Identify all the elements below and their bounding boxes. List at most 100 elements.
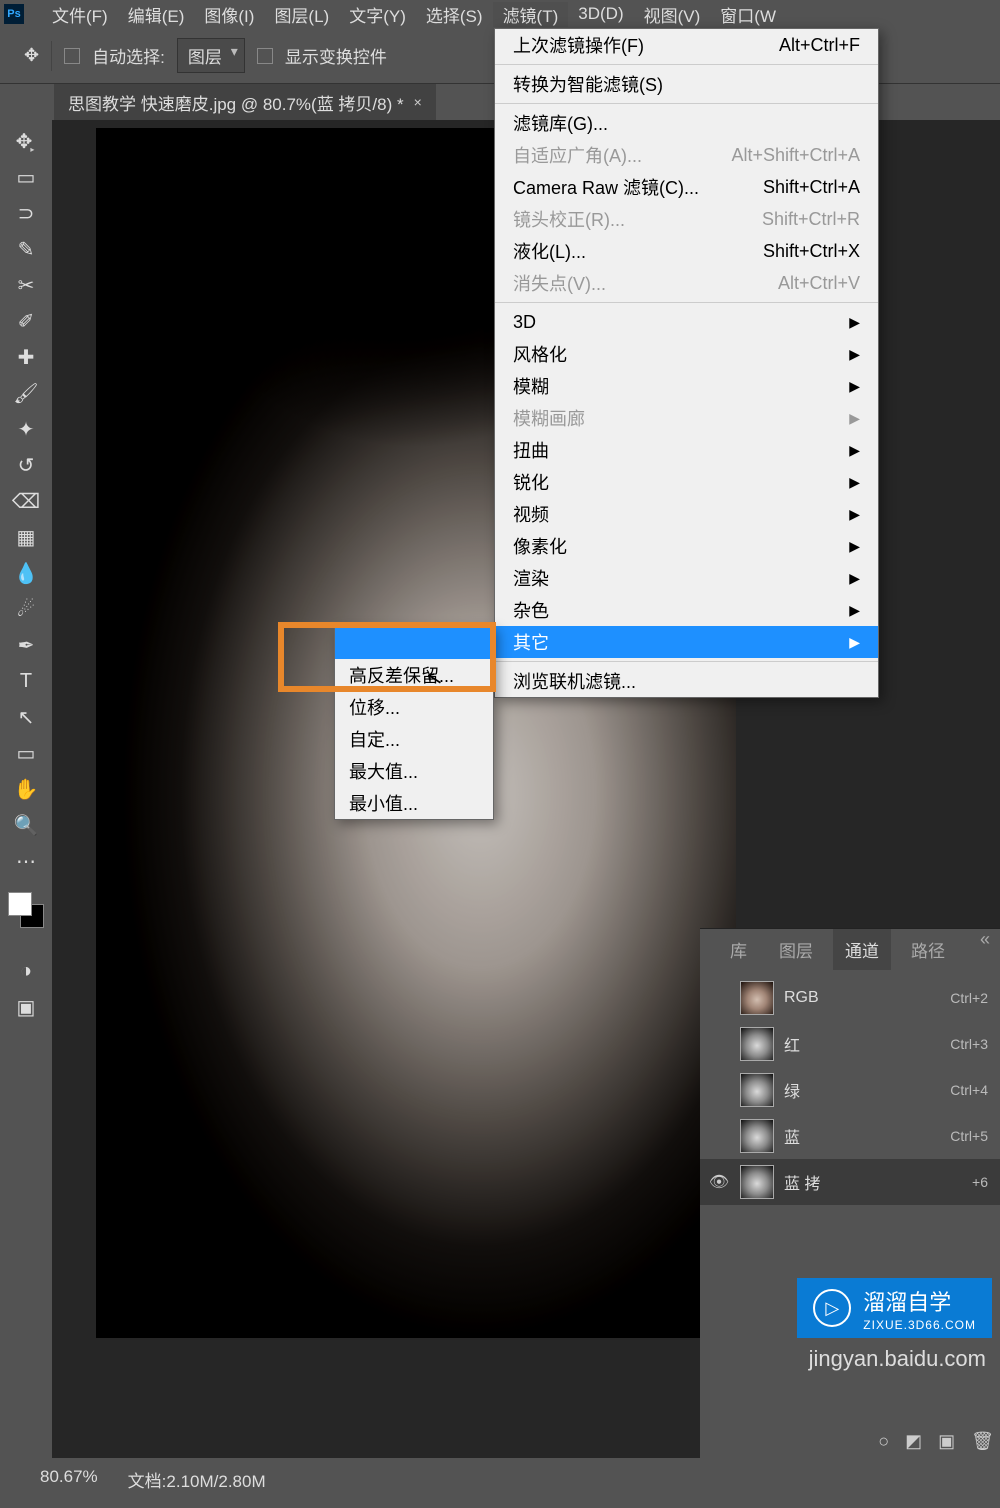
channel-name: 红 — [784, 1032, 940, 1056]
filter-sharpen[interactable]: 锐化▶ — [495, 466, 878, 498]
move-tool[interactable]: ✥▸ — [7, 126, 45, 156]
filter-last[interactable]: 上次滤镜操作(F)Alt+Ctrl+F — [495, 29, 878, 61]
layer-select[interactable]: 图层 — [177, 38, 245, 73]
gradient-tool[interactable]: ▦ — [7, 522, 45, 552]
channel-blue[interactable]: 蓝 Ctrl+5 — [700, 1113, 1000, 1159]
trash-icon[interactable]: 🗑 — [971, 1431, 994, 1452]
more-tools[interactable]: ⋯ — [7, 846, 45, 876]
menu-filter[interactable]: 滤镜(T) — [493, 2, 569, 27]
submenu-highpass[interactable]: 高反差保留... — [335, 659, 493, 691]
filter-gallery[interactable]: 滤镜库(G)... — [495, 107, 878, 139]
color-swatches[interactable] — [8, 892, 44, 928]
marquee-tool[interactable]: ▭ — [7, 162, 45, 192]
filter-pixelate[interactable]: 像素化▶ — [495, 530, 878, 562]
filter-liquify[interactable]: 液化(L)...Shift+Ctrl+X — [495, 235, 878, 267]
channel-thumb — [740, 1027, 774, 1061]
tools-panel: ✥▸ ▭ ⊃ ✎ ✂ ✐ ✚ 🖌 ✦ ↺ ⌫ ▦ 💧 ☄ ✒ T ↖ ▭ ✋ 🔍… — [0, 120, 52, 1508]
channel-blue-copy[interactable]: 👁 蓝 拷 +6 — [700, 1159, 1000, 1205]
menu-file[interactable]: 文件(F) — [42, 2, 118, 27]
document-tab[interactable]: 思图教学 快速磨皮.jpg @ 80.7%(蓝 拷贝/8) * × — [54, 84, 436, 121]
panel-tabs: 库 图层 通道 路径 — [700, 929, 1000, 969]
tab-library[interactable]: 库 — [718, 929, 759, 970]
tab-paths[interactable]: 路径 — [899, 929, 957, 970]
blur-tool[interactable]: 💧 — [7, 558, 45, 588]
channel-thumb — [740, 1073, 774, 1107]
menu-3d[interactable]: 3D(D) — [568, 4, 633, 24]
quick-select-tool[interactable]: ✎ — [7, 234, 45, 264]
filter-vanish: 消失点(V)...Alt+Ctrl+V — [495, 267, 878, 299]
document-tabs: 思图教学 快速磨皮.jpg @ 80.7%(蓝 拷贝/8) * × — [54, 84, 436, 120]
submenu-min[interactable]: 最小值... — [335, 787, 493, 819]
brush-tool[interactable]: 🖌 — [7, 378, 45, 408]
eyedropper-tool[interactable]: ✐ — [7, 306, 45, 336]
zoom-tool[interactable]: 🔍 — [7, 810, 45, 840]
clone-tool[interactable]: ✦ — [7, 414, 45, 444]
eraser-tool[interactable]: ⌫ — [7, 486, 45, 516]
lasso-tool[interactable]: ⊃ — [7, 198, 45, 228]
filter-video[interactable]: 视频▶ — [495, 498, 878, 530]
show-transform-label: 显示变换控件 — [285, 43, 387, 68]
channel-name: 蓝 拷 — [784, 1170, 962, 1194]
menu-window[interactable]: 窗口(W — [710, 2, 786, 27]
tab-layers[interactable]: 图层 — [767, 929, 825, 970]
save-selection-icon[interactable]: ◩ — [905, 1431, 922, 1452]
history-brush-tool[interactable]: ↺ — [7, 450, 45, 480]
channel-name: RGB — [784, 989, 940, 1007]
divider — [51, 41, 52, 71]
filter-dropdown: 上次滤镜操作(F)Alt+Ctrl+F 转换为智能滤镜(S) 滤镜库(G)...… — [494, 28, 879, 698]
zoom-level[interactable]: 80.67% — [40, 1467, 98, 1492]
menu-edit[interactable]: 编辑(E) — [118, 2, 195, 27]
channel-red[interactable]: 红 Ctrl+3 — [700, 1021, 1000, 1067]
load-selection-icon[interactable]: ○ — [878, 1431, 889, 1452]
filter-render[interactable]: 渲染▶ — [495, 562, 878, 594]
path-select-tool[interactable]: ↖ — [7, 702, 45, 732]
watermark-sub: ZIXUE.3D66.COM — [863, 1319, 976, 1331]
pen-tool[interactable]: ✒ — [7, 630, 45, 660]
menu-type[interactable]: 文字(Y) — [339, 2, 416, 27]
submenu-custom[interactable]: 自定... — [335, 723, 493, 755]
panel-footer: ○ ◩ ▣ 🗑 — [878, 1431, 994, 1452]
watermark-brand: 溜溜自学 — [863, 1285, 976, 1317]
healing-tool[interactable]: ✚ — [7, 342, 45, 372]
channel-green[interactable]: 绿 Ctrl+4 — [700, 1067, 1000, 1113]
filter-blur[interactable]: 模糊▶ — [495, 370, 878, 402]
filter-stylize[interactable]: 风格化▶ — [495, 338, 878, 370]
channel-thumb — [740, 1119, 774, 1153]
dodge-tool[interactable]: ☄ — [7, 594, 45, 624]
hand-tool[interactable]: ✋ — [7, 774, 45, 804]
submenu-max[interactable]: 最大值... — [335, 755, 493, 787]
filter-blurgallery: 模糊画廊▶ — [495, 402, 878, 434]
filter-noise[interactable]: 杂色▶ — [495, 594, 878, 626]
menu-layer[interactable]: 图层(L) — [264, 2, 339, 27]
new-channel-icon[interactable]: ▣ — [938, 1431, 955, 1452]
auto-select-checkbox[interactable] — [64, 48, 80, 64]
close-icon[interactable]: × — [414, 94, 422, 110]
channel-rgb[interactable]: RGB Ctrl+2 — [700, 975, 1000, 1021]
show-transform-checkbox[interactable] — [257, 48, 273, 64]
filter-smart[interactable]: 转换为智能滤镜(S) — [495, 68, 878, 100]
filter-distort[interactable]: 扭曲▶ — [495, 434, 878, 466]
other-submenu: 高反差保留... 位移... 自定... 最大值... 最小值... — [334, 626, 494, 820]
menu-view[interactable]: 视图(V) — [634, 2, 711, 27]
channel-shortcut: Ctrl+2 — [950, 990, 988, 1006]
quick-mask[interactable]: ◑ — [7, 956, 45, 986]
submenu-item-0[interactable] — [335, 627, 493, 659]
menu-select[interactable]: 选择(S) — [416, 2, 493, 27]
filter-browse-online[interactable]: 浏览联机滤镜... — [495, 665, 878, 697]
shape-tool[interactable]: ▭ — [7, 738, 45, 768]
filter-cameraraw[interactable]: Camera Raw 滤镜(C)...Shift+Ctrl+A — [495, 171, 878, 203]
watermark-url: jingyan.baidu.com — [809, 1346, 986, 1372]
tab-channels[interactable]: 通道 — [833, 929, 891, 970]
filter-other[interactable]: 其它▶ — [495, 626, 878, 658]
play-icon: ▷ — [813, 1289, 851, 1327]
filter-3d[interactable]: 3D▶ — [495, 306, 878, 338]
eye-icon[interactable]: 👁 — [708, 1172, 730, 1192]
fg-color[interactable] — [8, 892, 32, 916]
menu-image[interactable]: 图像(I) — [194, 2, 264, 27]
crop-tool[interactable]: ✂ — [7, 270, 45, 300]
screen-mode[interactable]: ▣ — [7, 992, 45, 1022]
submenu-offset[interactable]: 位移... — [335, 691, 493, 723]
channel-shortcut: Ctrl+4 — [950, 1082, 988, 1098]
collapse-icon[interactable]: « — [980, 929, 990, 950]
type-tool[interactable]: T — [7, 666, 45, 696]
